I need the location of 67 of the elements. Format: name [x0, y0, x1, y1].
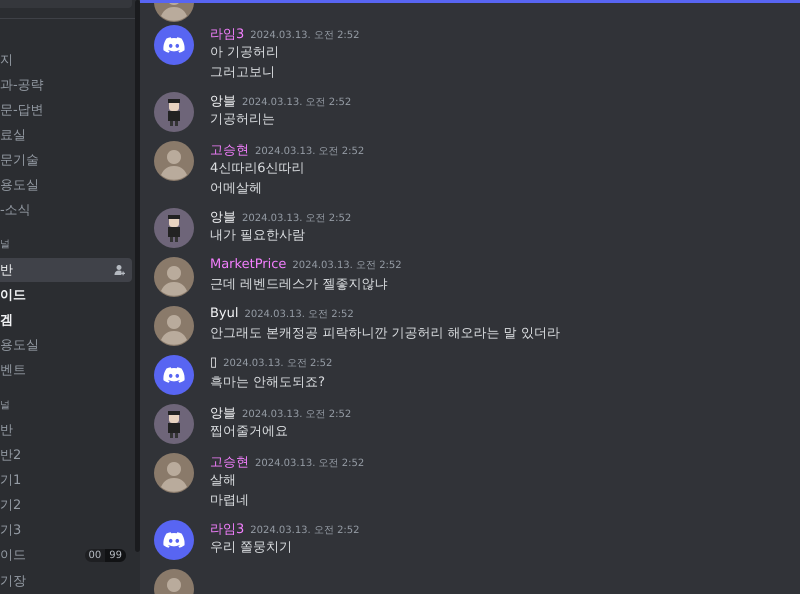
user-avatar[interactable]	[154, 404, 194, 444]
username[interactable]: MarketPrice	[210, 257, 286, 272]
user-avatar[interactable]	[154, 306, 194, 346]
user-avatar[interactable]	[154, 453, 194, 493]
scrollbar[interactable]	[135, 0, 140, 552]
timestamp: 2024.03.13. 오전 2:52	[242, 212, 352, 225]
message-text: 어메살헤	[210, 180, 263, 198]
user-avatar[interactable]	[154, 25, 194, 65]
mention-badge: 00 99	[84, 548, 126, 562]
message-text: 흑마는 안해도되죠?	[210, 374, 326, 392]
channel-item[interactable]: 벤트	[0, 358, 132, 382]
channel-item[interactable]: 기2	[0, 494, 132, 517]
username[interactable]: 앙블	[210, 208, 236, 226]
message-text: 내가 필요한사람	[210, 227, 306, 245]
channel-item[interactable]: 지	[0, 48, 132, 72]
timestamp: 2024.03.13. 오전 2:52	[250, 29, 360, 42]
channel-item[interactable]: -소식	[0, 198, 132, 222]
message-text: 마렵네	[210, 492, 250, 510]
channel-item[interactable]: 이드	[0, 284, 132, 307]
timestamp: 2024.03.13. 오전 2:52	[244, 308, 354, 321]
channel-item[interactable]: 과-공략	[0, 73, 132, 96]
username[interactable]: 라임3	[210, 520, 244, 538]
user-avatar[interactable]	[154, 355, 194, 395]
message-text: 기공허리는	[210, 111, 276, 129]
timestamp: 2024.03.13. 오전 2:52	[255, 145, 364, 158]
message-text: 안그래도 본캐정공 피락하니깐 기공허리 해오라는 말 있더라	[210, 325, 560, 343]
category-header: 널	[0, 238, 11, 252]
message-text: 찝어줄거에요	[210, 423, 289, 441]
channel-item[interactable]: 반2	[0, 444, 132, 467]
user-avatar[interactable]	[154, 92, 194, 132]
message-text: 살해	[210, 472, 237, 490]
username[interactable]: Byul	[210, 306, 238, 321]
channel-item[interactable]: 문기술	[0, 148, 132, 172]
channel-item[interactable]: 기3	[0, 518, 132, 542]
user-avatar[interactable]	[154, 208, 194, 248]
channel-item[interactable]: 반	[0, 418, 132, 442]
username[interactable]: 고승현	[210, 453, 249, 471]
channel-item[interactable]: 반	[0, 258, 132, 282]
timestamp: 2024.03.13. 오전 2:52	[242, 96, 352, 109]
channel-item[interactable]: 료실	[0, 123, 132, 146]
message-text: 아 기공허리	[210, 44, 280, 62]
user-avatar[interactable]	[154, 141, 194, 181]
channel-item[interactable]: 용도실	[0, 334, 132, 357]
channel-item[interactable]: 문-답변	[0, 98, 132, 122]
channel-item[interactable]: 용도실	[0, 173, 132, 196]
timestamp: 2024.03.13. 오전 2:52	[242, 408, 352, 421]
timestamp: 2024.03.13. 오전 2:52	[292, 259, 402, 272]
username[interactable]: ▯	[210, 355, 218, 370]
username[interactable]: 앙블	[210, 92, 236, 110]
message-text: 근데 레벤드레스가 젤좋지않냐	[210, 276, 388, 294]
channel-item[interactable]: 겜	[0, 308, 132, 332]
channel-item[interactable]: 기1	[0, 468, 132, 492]
channel-item[interactable]: 기장	[0, 569, 132, 592]
message-text: 그러고보니	[210, 64, 276, 82]
timestamp: 2024.03.13. 오전 2:52	[255, 457, 364, 470]
message-text: 우리 쫄뭉치기	[210, 539, 294, 557]
channel-item[interactable]: 이드 00 99	[0, 544, 132, 567]
category-header: 널	[0, 398, 11, 413]
user-avatar[interactable]	[154, 257, 194, 297]
timestamp: 2024.03.13. 오전 2:52	[223, 357, 332, 370]
add-member-icon[interactable]	[114, 264, 126, 276]
username[interactable]: 라임3	[210, 25, 244, 43]
timestamp: 2024.03.13. 오전 2:52	[250, 524, 360, 537]
username[interactable]: 고승현	[210, 141, 249, 159]
username[interactable]: 앙블	[210, 404, 236, 422]
user-avatar[interactable]	[154, 520, 194, 560]
message-text: 4신따리6신따리	[210, 160, 306, 178]
